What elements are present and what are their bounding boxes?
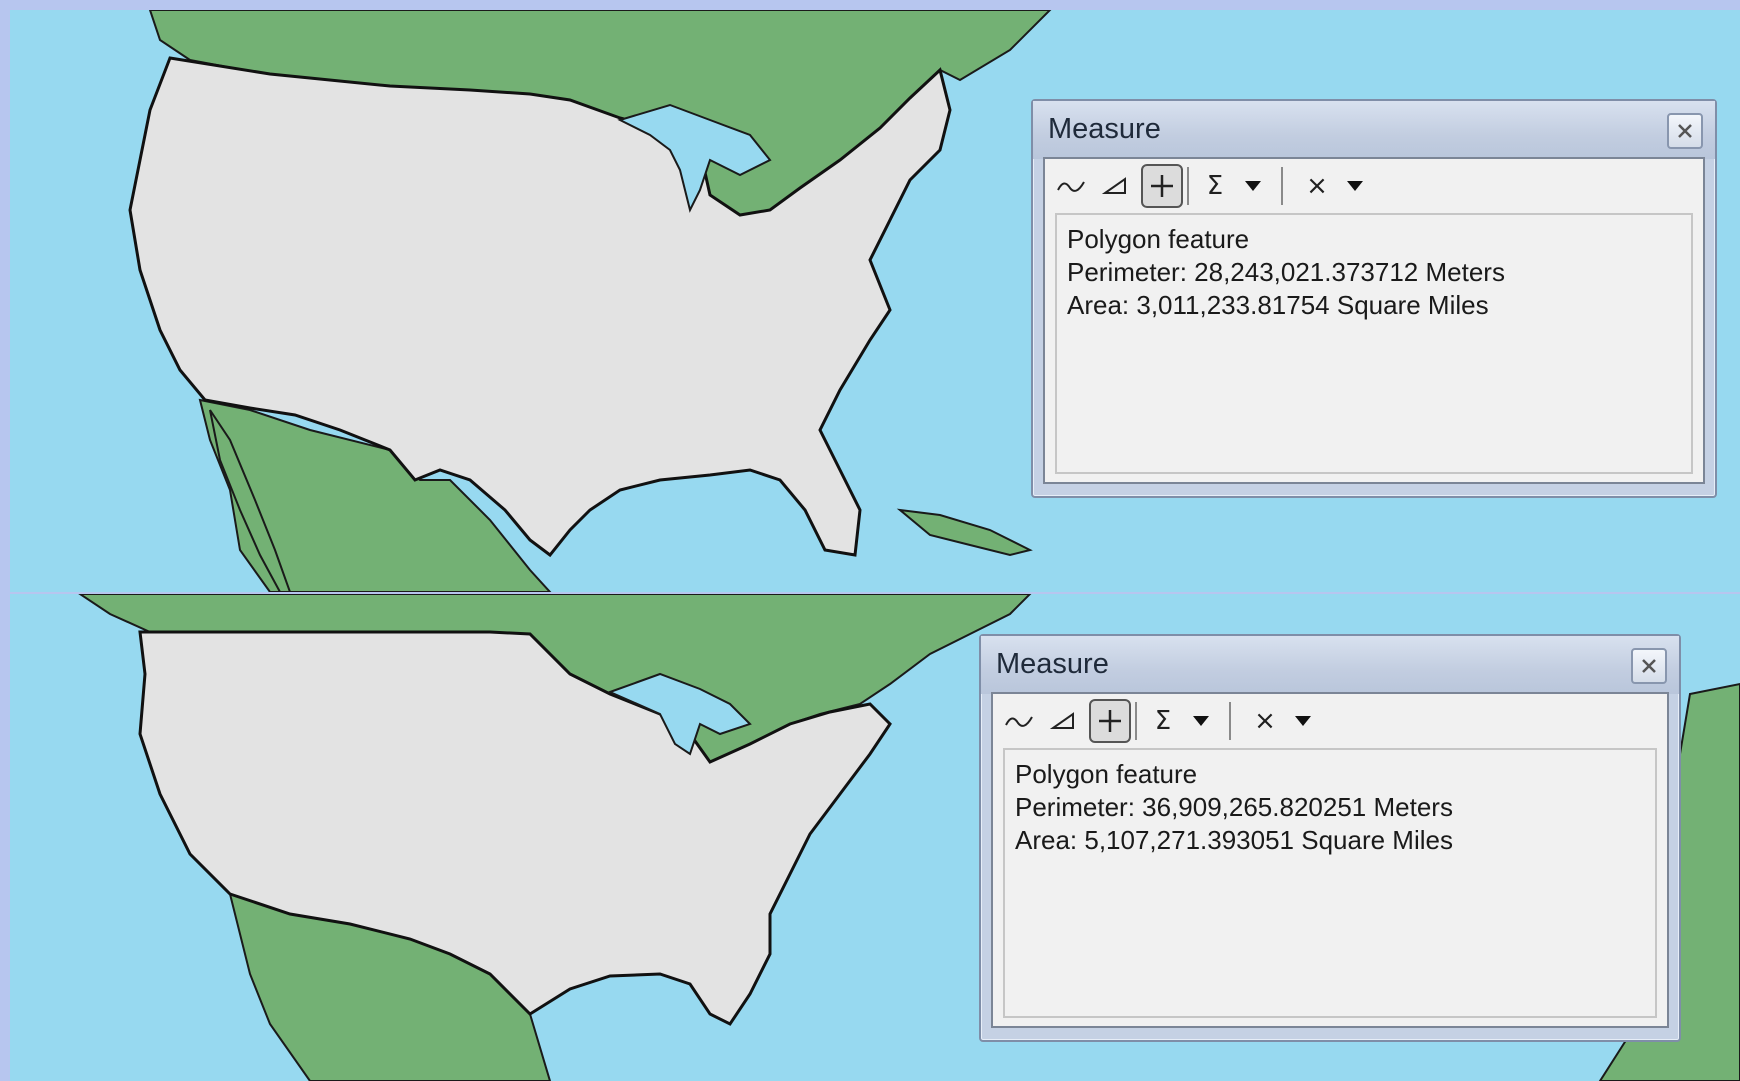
measure-toolbar: Σ × <box>993 694 1667 748</box>
sum-icon: Σ <box>1206 171 1224 201</box>
measure-toolbar: Σ × <box>1045 159 1703 213</box>
measure-title: Measure <box>996 648 1109 680</box>
clear-icon: × <box>1306 171 1328 201</box>
measure-feature-button[interactable] <box>1089 699 1131 743</box>
clear-icon: × <box>1254 706 1276 736</box>
dropdown-icon <box>1245 181 1261 191</box>
sum-icon: Σ <box>1154 706 1172 736</box>
measure-titlebar[interactable]: Measure <box>981 636 1679 694</box>
close-icon <box>1678 124 1692 138</box>
measure-line-button[interactable] <box>1051 164 1091 208</box>
close-button[interactable] <box>1631 648 1667 684</box>
measure-feature-button[interactable] <box>1141 164 1183 208</box>
measure-title: Measure <box>1048 113 1161 145</box>
dropdown-icon <box>1347 181 1363 191</box>
result-perimeter: Perimeter: 36,909,265.820251 Meters <box>1015 792 1453 822</box>
close-icon <box>1642 659 1656 673</box>
measure-window-top[interactable]: Measure Σ × Polygon feature Perimeter: 2… <box>1031 99 1717 498</box>
dropdown-icon <box>1295 716 1311 726</box>
measure-line-icon <box>1057 181 1085 192</box>
close-button[interactable] <box>1667 113 1703 149</box>
units-dropdown[interactable] <box>1187 699 1215 743</box>
result-area: Area: 5,107,271.393051 Square Miles <box>1015 825 1453 855</box>
toolbar-separator <box>1135 702 1137 740</box>
result-area: Area: 3,011,233.81754 Square Miles <box>1067 290 1489 320</box>
result-perimeter: Perimeter: 28,243,021.373712 Meters <box>1067 257 1505 287</box>
measure-area-button[interactable] <box>1043 699 1083 743</box>
measure-body: Σ × Polygon feature Perimeter: 28,243,02… <box>1043 157 1705 484</box>
measure-area-icon <box>1050 712 1074 729</box>
measure-feature-icon <box>1099 710 1121 732</box>
toolbar-separator <box>1281 167 1283 205</box>
toolbar-separator <box>1229 702 1231 740</box>
sum-button[interactable]: Σ <box>1143 699 1183 743</box>
clear-dropdown[interactable] <box>1341 164 1369 208</box>
dropdown-icon <box>1193 716 1209 726</box>
measure-titlebar[interactable]: Measure <box>1033 101 1715 159</box>
measure-body: Σ × Polygon feature Perimeter: 36,909,26… <box>991 692 1669 1028</box>
measure-feature-icon <box>1151 175 1173 197</box>
measure-result-panel[interactable]: Polygon feature Perimeter: 28,243,021.37… <box>1055 213 1693 474</box>
caribbean-islands <box>896 508 1033 557</box>
clear-button[interactable]: × <box>1245 699 1285 743</box>
result-type: Polygon feature <box>1067 224 1250 254</box>
clear-dropdown[interactable] <box>1289 699 1317 743</box>
measure-area-icon <box>1102 177 1126 194</box>
measure-window-bottom[interactable]: Measure Σ × Polygon feature Perimeter: 3… <box>979 634 1681 1042</box>
toolbar-separator <box>1187 167 1189 205</box>
measure-area-button[interactable] <box>1095 164 1135 208</box>
result-type: Polygon feature <box>1015 759 1198 789</box>
measure-line-button[interactable] <box>999 699 1039 743</box>
clear-button[interactable]: × <box>1297 164 1337 208</box>
measure-result-panel[interactable]: Polygon feature Perimeter: 36,909,265.82… <box>1003 748 1657 1018</box>
sum-button[interactable]: Σ <box>1195 164 1235 208</box>
measure-line-icon <box>1005 716 1033 727</box>
units-dropdown[interactable] <box>1239 164 1267 208</box>
